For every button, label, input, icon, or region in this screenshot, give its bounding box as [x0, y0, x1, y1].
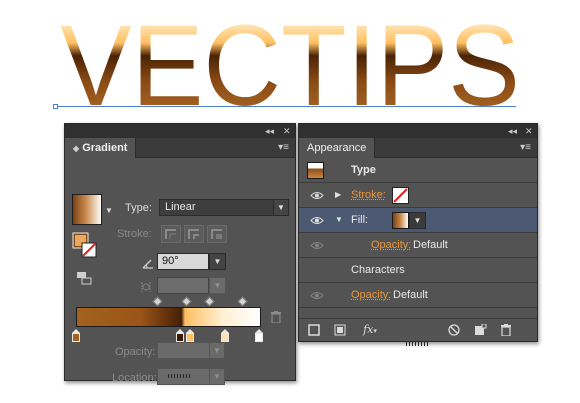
visibility-eye-icon[interactable]: [310, 241, 324, 250]
chevron-down-icon: ▼: [273, 200, 288, 215]
stroke-within-button[interactable]: [161, 225, 181, 243]
gradient-midpoint-2[interactable]: [181, 296, 192, 307]
gradient-panel-tabs: ◆ Gradient ▾≡: [65, 138, 295, 158]
object-type-label: Type: [351, 164, 376, 176]
appearance-panel-titlebar[interactable]: ◂◂ ✕: [299, 124, 537, 138]
fill-opacity-value: Default: [413, 239, 448, 251]
gradient-stop-3[interactable]: [186, 329, 194, 343]
collapse-panel-button[interactable]: ◂◂: [265, 125, 274, 137]
stroke-label: Stroke:: [117, 228, 152, 240]
reverse-gradient-icon[interactable]: [76, 271, 92, 285]
resize-grip[interactable]: [168, 374, 192, 378]
stroke-none-swatch[interactable]: [392, 187, 409, 204]
object-thumbnail-icon: [307, 162, 324, 179]
collapse-panel-button[interactable]: ◂◂: [508, 125, 517, 137]
fill-opacity-link[interactable]: Opacity:: [371, 239, 411, 251]
opacity-link[interactable]: Opacity:: [351, 289, 391, 301]
fill-gradient-swatch[interactable]: [392, 212, 409, 229]
appearance-panel-tabs: Appearance ▾≡: [299, 138, 537, 158]
gradient-midpoint-1[interactable]: [152, 296, 163, 307]
baseline-anchor-point[interactable]: [53, 104, 58, 109]
chevron-down-icon: ▼: [209, 369, 224, 384]
tab-appearance-label: Appearance: [307, 142, 367, 154]
stroke-link[interactable]: Stroke:: [351, 189, 386, 201]
tab-gradient[interactable]: ◆ Gradient: [65, 138, 137, 158]
gradient-slider[interactable]: [76, 307, 261, 327]
appearance-list: Type ▶ Stroke: ▼ Fill: ▼ Opacity: Defaul…: [299, 158, 537, 318]
tab-gradient-label: Gradient: [82, 142, 128, 154]
close-panel-button[interactable]: ✕: [283, 125, 291, 137]
appearance-panel: ◂◂ ✕ Appearance ▾≡ Type ▶ Stroke: ▼ Fill…: [298, 123, 538, 346]
appearance-characters-row[interactable]: Characters: [299, 258, 537, 283]
chevron-down-icon: ▼: [413, 216, 422, 225]
gradient-panel: ◂◂ ✕ ◆ Gradient ▾≡ ▼ Type: Linear ▼ Stro…: [64, 123, 296, 385]
duplicate-item-icon[interactable]: [473, 324, 487, 336]
close-panel-button[interactable]: ✕: [525, 125, 533, 137]
characters-label: Characters: [351, 264, 405, 276]
aspect-ratio-input[interactable]: [157, 277, 209, 294]
panel-menu-icon[interactable]: ▾≡: [520, 141, 531, 155]
stroke-across-button[interactable]: [207, 225, 227, 243]
type-dropdown[interactable]: Linear ▼: [159, 199, 289, 216]
angle-value: 90°: [162, 255, 179, 267]
appearance-stroke-row[interactable]: ▶ Stroke:: [299, 183, 537, 208]
fill-stroke-icon[interactable]: [72, 232, 98, 260]
appearance-opacity-row[interactable]: Opacity: Default: [299, 283, 537, 308]
gradient-presets-chevron-down-icon[interactable]: ▼: [105, 206, 113, 215]
trash-icon[interactable]: [271, 311, 281, 323]
tab-toggle-icon: ◆: [73, 144, 80, 153]
gradient-panel-titlebar[interactable]: ◂◂ ✕: [65, 124, 295, 138]
artwork-canvas: VECTIPS: [60, 2, 520, 118]
add-effect-fx-icon[interactable]: fx▾: [359, 324, 381, 336]
gradient-thumbnail-icon[interactable]: [72, 194, 102, 225]
gradient-stop-5[interactable]: [255, 329, 263, 343]
appearance-fill-row[interactable]: ▼ Fill: ▼: [299, 208, 537, 233]
appearance-header-row[interactable]: Type: [299, 158, 537, 183]
clear-appearance-icon[interactable]: [447, 324, 461, 336]
fill-label: Fill:: [351, 214, 369, 226]
gradient-midpoint-4[interactable]: [237, 296, 248, 307]
trash-icon[interactable]: [499, 324, 513, 336]
stroke-along-button[interactable]: [184, 225, 204, 243]
tab-appearance[interactable]: Appearance: [299, 138, 376, 158]
gradient-midpoint-3[interactable]: [204, 296, 215, 307]
aspect-ratio-dropdown-button[interactable]: ▼: [209, 277, 226, 294]
resize-grip[interactable]: [406, 342, 430, 346]
opacity-label: Opacity:: [115, 346, 156, 358]
text-baseline: [56, 106, 516, 107]
gradient-stop-1[interactable]: [72, 329, 80, 343]
expand-triangle-icon[interactable]: ▶: [335, 190, 341, 199]
gradient-stop-2[interactable]: [176, 329, 184, 343]
add-new-stroke-icon[interactable]: [307, 324, 321, 336]
type-label: Type:: [125, 202, 152, 214]
gradient-stop-4[interactable]: [221, 329, 229, 343]
collapse-triangle-icon[interactable]: ▼: [335, 215, 343, 224]
fill-swatch-dropdown-button[interactable]: ▼: [409, 212, 426, 229]
angle-dropdown-button[interactable]: ▼: [209, 253, 226, 270]
gradient-panel-body: ▼ Type: Linear ▼ Stroke: 90° ▼ ▼ Opacity…: [65, 158, 295, 385]
chevron-down-icon: ▼: [209, 343, 224, 358]
chevron-down-icon: ▼: [213, 281, 222, 290]
visibility-eye-icon[interactable]: [310, 216, 324, 225]
opacity-value: Default: [393, 289, 428, 301]
panel-menu-icon[interactable]: ▾≡: [278, 141, 289, 155]
stop-opacity-dropdown[interactable]: ▼: [157, 342, 225, 359]
angle-icon: [142, 259, 153, 269]
aspect-ratio-icon: [141, 282, 151, 292]
visibility-eye-icon[interactable]: [310, 191, 324, 200]
visibility-eye-icon[interactable]: [310, 291, 324, 300]
angle-input[interactable]: 90°: [157, 253, 209, 270]
appearance-footer: fx▾: [299, 318, 537, 341]
appearance-fill-opacity-row[interactable]: Opacity: Default: [299, 233, 537, 258]
type-dropdown-value: Linear: [165, 201, 196, 213]
artwork-text: VECTIPS: [60, 2, 520, 118]
location-label: Location:: [112, 372, 157, 384]
chevron-down-icon: ▼: [213, 257, 222, 266]
add-new-fill-icon[interactable]: [333, 324, 347, 336]
